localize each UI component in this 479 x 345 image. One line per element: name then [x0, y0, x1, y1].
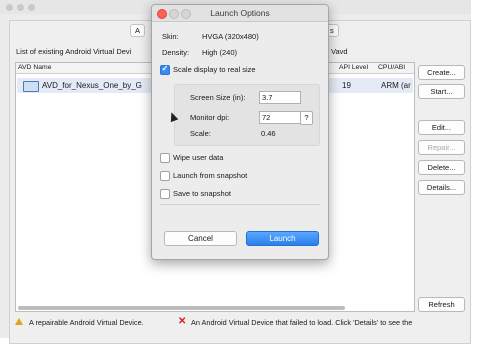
close-window-icon[interactable]	[6, 4, 13, 11]
avd-list-label: List of existing Android Virtual Devi	[16, 47, 132, 56]
dialog-separator	[160, 204, 320, 205]
monitor-dpi-label: Monitor dpi:	[190, 113, 230, 122]
start-button[interactable]: Start...	[418, 84, 465, 99]
wipe-user-data-checkbox[interactable]	[160, 153, 170, 163]
density-label: Density:	[162, 48, 190, 57]
zoom-window-icon[interactable]	[28, 4, 35, 11]
skin-label: Skin:	[162, 32, 179, 41]
cancel-button[interactable]: Cancel	[164, 231, 237, 246]
device-icon	[23, 81, 39, 92]
legend-failed-text: An Android Virtual Device that failed to…	[191, 318, 413, 327]
dpi-help-button[interactable]: ?	[300, 111, 313, 125]
launch-button[interactable]: Launch	[246, 231, 319, 246]
dialog-titlebar: Launch Options	[152, 5, 328, 22]
legend-repairable-text: A repairable Android Virtual Device.	[29, 318, 144, 327]
error-x-icon: ✕	[178, 316, 187, 327]
scale-label: Scale:	[190, 129, 211, 138]
save-to-snapshot-checkbox[interactable]	[160, 189, 170, 199]
column-avd-name[interactable]: AVD Name	[18, 64, 52, 72]
wipe-user-data-label: Wipe user data	[173, 153, 224, 162]
launch-from-snapshot-label: Launch from snapshot	[173, 171, 248, 180]
column-api-level[interactable]: API Level	[339, 64, 368, 72]
screen-size-input[interactable]: 3.7	[259, 91, 301, 104]
save-to-snapshot-label: Save to snapshot	[173, 189, 231, 198]
avd-list-label-tail: Vavd	[331, 47, 348, 56]
repair-button[interactable]: Repair...	[418, 140, 465, 155]
create-button[interactable]: Create...	[418, 65, 465, 80]
minimize-window-icon[interactable]	[17, 4, 24, 11]
horizontal-scrollbar[interactable]	[18, 306, 345, 310]
scale-value: 0.46	[261, 129, 276, 138]
scale-display-checkbox[interactable]: ✓	[160, 64, 170, 75]
refresh-button[interactable]: Refresh	[418, 297, 465, 312]
avd-name-cell: AVD_for_Nexus_One_by_G	[42, 81, 142, 90]
screen-size-label: Screen Size (in):	[190, 93, 246, 102]
dialog-title: Launch Options	[210, 8, 270, 18]
monitor-dpi-input[interactable]: 72	[259, 111, 301, 124]
details-button[interactable]: Details...	[418, 180, 465, 195]
cpu-abi-cell: ARM (ar	[381, 81, 411, 90]
launch-options-dialog: Launch Options Skin: HVGA (320x480) Dens…	[151, 4, 329, 260]
checkmark-icon: ✓	[161, 64, 169, 73]
scale-settings-group: Screen Size (in): 3.7 Monitor dpi: 72 ? …	[174, 84, 320, 146]
warning-icon	[15, 318, 23, 325]
column-cpu-abi[interactable]: CPU/ABI	[378, 64, 405, 72]
api-level-cell: 19	[342, 81, 351, 90]
edit-button[interactable]: Edit...	[418, 120, 465, 135]
density-value: High (240)	[202, 48, 238, 57]
tab-left[interactable]: A	[130, 24, 146, 37]
delete-button[interactable]: Delete...	[418, 160, 465, 175]
scale-display-label: Scale display to real size	[173, 65, 256, 74]
skin-value: HVGA (320x480)	[202, 32, 259, 41]
launch-from-snapshot-checkbox[interactable]	[160, 171, 170, 181]
